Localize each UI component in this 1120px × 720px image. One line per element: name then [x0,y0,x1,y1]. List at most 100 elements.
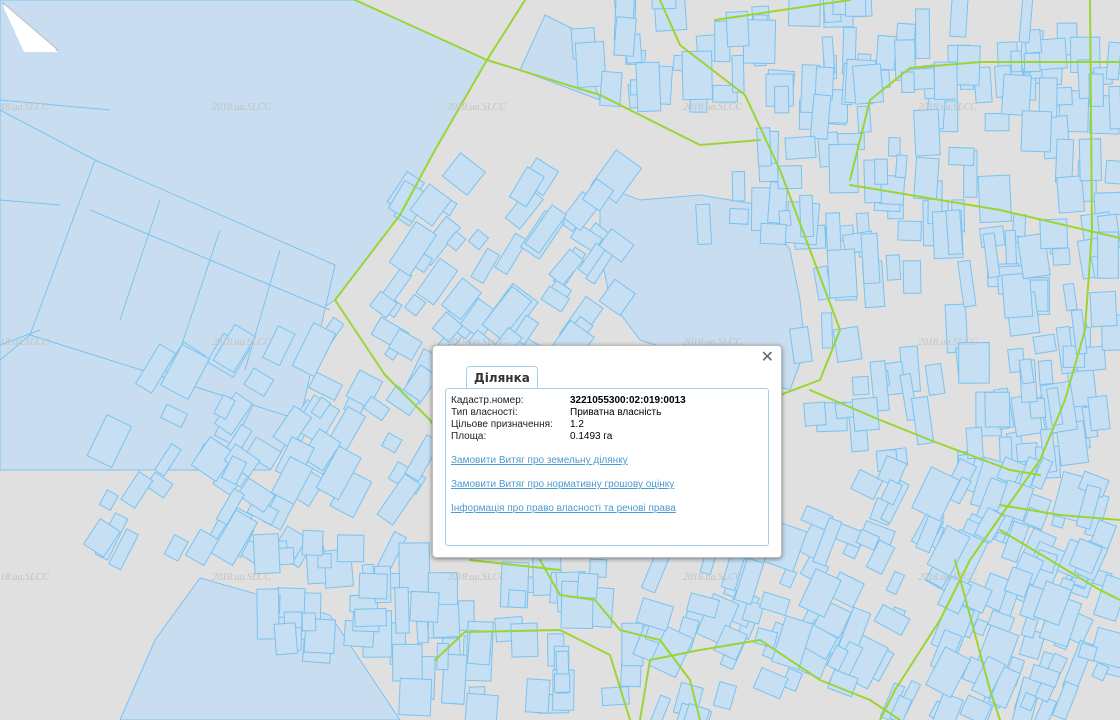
land-parcel[interactable] [914,8,931,60]
land-parcel[interactable] [860,232,881,285]
land-parcel[interactable] [1097,231,1119,279]
land-parcel[interactable] [895,22,917,42]
order-land-extract-link[interactable]: Замовити Витяг про земельну ділянку [451,455,628,466]
land-parcel[interactable] [856,105,872,134]
land-parcel[interactable] [949,0,969,38]
land-parcel[interactable] [851,63,885,105]
land-parcel[interactable] [613,16,637,57]
land-parcel[interactable] [784,135,817,161]
land-parcel[interactable] [394,586,410,634]
land-parcel[interactable] [778,567,798,589]
land-parcel[interactable] [98,489,119,512]
land-parcel[interactable] [956,44,981,86]
land-parcel[interactable] [820,312,834,349]
land-parcel[interactable] [392,643,423,682]
land-parcel[interactable] [778,209,792,227]
land-parcel[interactable] [913,108,941,157]
land-parcel[interactable] [358,572,389,600]
land-parcel[interactable] [832,325,863,363]
land-parcel[interactable] [1001,272,1034,319]
land-parcel[interactable] [1104,159,1120,185]
land-parcel[interactable] [885,254,902,281]
land-parcel[interactable] [1020,110,1053,153]
land-parcel[interactable] [894,154,908,179]
land-parcel[interactable] [758,591,791,617]
land-parcel[interactable] [354,607,388,628]
land-parcel[interactable] [441,152,487,197]
land-parcel[interactable] [695,203,713,246]
land-parcel[interactable] [336,534,365,563]
land-parcel[interactable] [301,612,317,632]
land-parcel[interactable] [381,432,403,454]
land-parcel[interactable] [897,220,923,242]
land-parcel[interactable] [887,136,901,157]
land-parcel[interactable] [958,341,990,384]
ownership-info-link[interactable]: Інформація про право власності та речові… [451,503,676,514]
land-parcel[interactable] [731,170,746,202]
land-parcel[interactable] [826,248,858,299]
land-parcel[interactable] [874,158,889,185]
land-parcel[interactable] [576,572,599,599]
land-parcel[interactable] [398,542,431,593]
land-parcel[interactable] [1004,229,1018,266]
land-parcel[interactable] [163,534,189,562]
land-parcel[interactable] [787,0,822,28]
land-parcel[interactable] [1108,85,1120,130]
land-parcel[interactable] [466,629,493,666]
land-parcel[interactable] [1087,394,1111,432]
land-parcel[interactable] [900,71,915,94]
land-parcel[interactable] [1051,680,1080,720]
land-parcel[interactable] [1062,282,1078,312]
land-parcel[interactable] [1032,333,1058,355]
land-parcel[interactable] [409,590,440,623]
land-parcel[interactable] [902,260,922,294]
land-parcel[interactable] [851,375,870,396]
land-parcel[interactable] [1000,73,1032,117]
land-parcel[interactable] [933,61,958,100]
land-parcel[interactable] [467,228,490,251]
land-parcel[interactable] [850,468,884,501]
land-parcel[interactable] [728,207,750,225]
land-parcel[interactable] [470,247,501,285]
land-parcel[interactable] [924,362,946,396]
land-parcel[interactable] [803,401,827,427]
land-parcel[interactable] [984,391,1011,428]
land-parcel[interactable] [464,692,499,720]
land-parcel[interactable] [759,222,787,246]
land-parcel[interactable] [120,470,154,509]
land-parcel[interactable] [635,61,662,113]
land-parcel[interactable] [553,673,571,693]
land-parcel[interactable] [524,678,551,714]
land-parcel[interactable] [510,622,539,658]
land-parcel[interactable] [301,529,324,557]
order-valuation-extract-link[interactable]: Замовити Витяг про нормативну грошову оц… [451,479,674,490]
land-parcel[interactable] [494,232,529,276]
land-parcel[interactable] [913,156,940,201]
land-parcel[interactable] [1037,359,1054,386]
land-parcel[interactable] [948,146,975,167]
land-parcel[interactable] [712,680,738,711]
land-parcel[interactable] [507,589,527,609]
land-parcel[interactable] [252,533,281,575]
land-parcel[interactable] [1056,175,1086,214]
land-parcel[interactable] [809,93,832,140]
land-parcel[interactable] [925,646,972,699]
land-parcel[interactable] [845,0,867,17]
land-parcel[interactable] [977,174,1013,224]
land-parcel[interactable] [273,622,299,656]
land-parcel[interactable] [650,694,672,720]
land-parcel[interactable] [773,85,790,114]
land-parcel[interactable] [984,112,1010,132]
land-parcel[interactable] [777,165,803,190]
land-parcel[interactable] [885,570,906,596]
land-parcel[interactable] [957,259,977,308]
land-parcel[interactable] [945,209,964,256]
land-parcel[interactable] [825,212,842,256]
tab-parcel[interactable]: Ділянка [466,366,538,388]
land-parcel[interactable] [873,603,911,637]
cadastral-map[interactable]: 2018.ua.SLCC 2018.ua.SLCC 2018.ua.SLCC 2018… [0,0,1120,720]
land-parcel[interactable] [1089,290,1118,328]
land-parcel[interactable] [1051,247,1071,266]
land-parcel[interactable] [398,677,433,717]
close-icon[interactable]: ✕ [761,349,774,365]
